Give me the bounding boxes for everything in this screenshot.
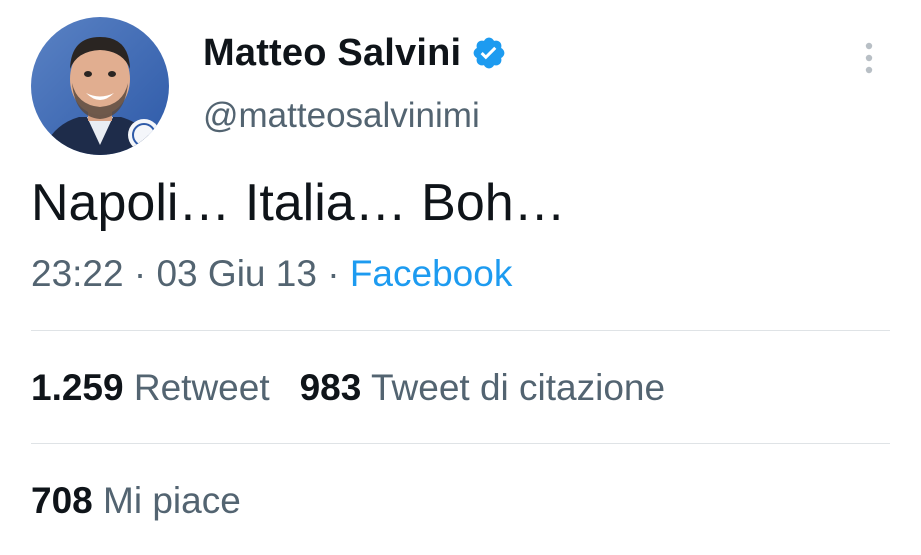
retweets-stat[interactable]: 1.259 Retweet: [31, 367, 270, 408]
meta-separator: ·: [133, 253, 147, 294]
more-options-icon[interactable]: [857, 38, 881, 78]
engagement-stats-row: 1.259 Retweet 983 Tweet di citazione: [31, 360, 665, 416]
likes-label: Mi piace: [103, 480, 241, 521]
tweet-date[interactable]: 03 Giu 13: [156, 253, 316, 294]
quotes-label: Tweet di citazione: [370, 367, 666, 408]
tweet-source-link[interactable]: Facebook: [350, 253, 513, 294]
meta-separator: ·: [327, 253, 340, 294]
tweet-metadata: 23:22 · 03 Giu 13 · Facebook: [31, 246, 512, 302]
retweets-label: Retweet: [133, 367, 270, 408]
quotes-count: 983: [299, 367, 362, 408]
divider: [31, 443, 890, 444]
verified-badge-icon: [471, 35, 507, 71]
likes-stat[interactable]: 708 Mi piace: [31, 480, 241, 521]
tweet-text: Napoli… Italia… Boh…: [31, 174, 566, 232]
avatar[interactable]: [31, 17, 169, 155]
likes-count: 708: [31, 480, 93, 521]
likes-stats-row: 708 Mi piace: [31, 473, 241, 529]
tweet-card: Matteo Salvini @matteosalvinimi Napoli… …: [0, 0, 921, 555]
divider: [31, 330, 890, 331]
retweets-count: 1.259: [31, 367, 124, 408]
avatar-image: [31, 17, 169, 155]
quotes-stat[interactable]: 983 Tweet di citazione: [300, 367, 665, 408]
author-name-row: Matteo Salvini: [203, 26, 507, 80]
author-handle[interactable]: @matteosalvinimi: [203, 96, 480, 136]
tweet-time[interactable]: 23:22: [31, 253, 124, 294]
author-display-name[interactable]: Matteo Salvini: [203, 32, 461, 75]
